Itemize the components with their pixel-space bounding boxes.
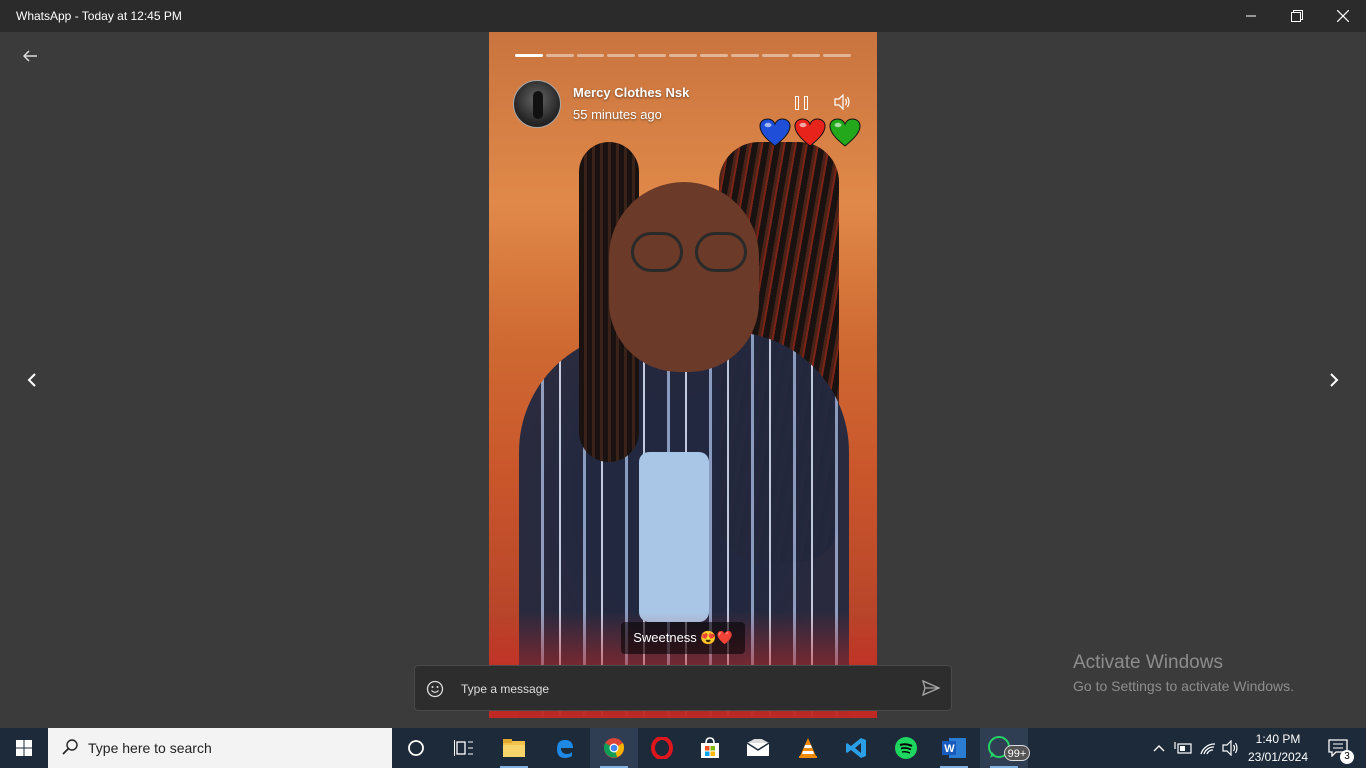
green-heart-icon — [829, 118, 861, 147]
clock-date: 23/01/2024 — [1247, 750, 1309, 764]
vscode-button[interactable] — [832, 728, 880, 768]
progress-segment — [607, 54, 636, 57]
store-icon — [701, 737, 719, 758]
volume-tray-button[interactable] — [1220, 728, 1242, 768]
restore-button[interactable] — [1274, 0, 1320, 32]
progress-segment — [515, 54, 543, 57]
watermark-subtitle: Go to Settings to activate Windows. — [1073, 678, 1294, 694]
status-media[interactable]: Mercy Clothes Nsk 55 minutes ago Sweetne… — [489, 32, 877, 718]
minimize-button[interactable] — [1228, 0, 1274, 32]
svg-text:W: W — [944, 743, 955, 755]
emoji-button[interactable] — [425, 679, 445, 699]
next-status-button[interactable] — [1322, 368, 1346, 392]
edge-icon — [557, 740, 573, 758]
taskbar: Type here to search W 99+ 1:40 PM 23/01/… — [0, 728, 1366, 768]
taskbar-search[interactable]: Type here to search — [48, 728, 392, 768]
mail-button[interactable] — [734, 728, 782, 768]
pause-button[interactable] — [793, 94, 813, 112]
send-button[interactable] — [921, 679, 943, 699]
vlc-button[interactable] — [784, 728, 832, 768]
photo-face — [609, 182, 759, 372]
hearts-sticker — [759, 118, 863, 150]
network-button[interactable] — [1196, 728, 1220, 768]
activate-windows-watermark: Activate Windows Go to Settings to activ… — [1073, 652, 1294, 694]
battery-icon — [1174, 742, 1192, 754]
cortana-icon — [408, 740, 424, 756]
window-title: WhatsApp - Today at 12:45 PM — [16, 9, 182, 23]
folder-icon — [503, 739, 525, 757]
progress-segment — [761, 54, 790, 57]
title-bar: WhatsApp - Today at 12:45 PM — [0, 0, 1366, 32]
speaker-icon — [834, 93, 850, 111]
close-icon — [1337, 10, 1349, 22]
close-button[interactable] — [1320, 0, 1366, 32]
show-hidden-icons-button[interactable] — [1148, 728, 1170, 768]
taskbar-clock[interactable]: 1:40 PM 23/01/2024 — [1244, 730, 1312, 766]
arrow-left-icon — [22, 50, 37, 62]
blue-heart-icon — [759, 118, 791, 147]
word-button[interactable]: W — [930, 728, 978, 768]
progress-segment — [699, 54, 728, 57]
whatsapp-unread-badge: 99+ — [1004, 745, 1030, 761]
vlc-icon — [799, 738, 817, 758]
photo-top — [639, 452, 709, 622]
red-heart-icon — [794, 118, 826, 147]
notification-count: 3 — [1340, 750, 1354, 764]
word-icon: W — [942, 738, 966, 758]
spotify-icon — [895, 737, 917, 759]
back-button[interactable] — [18, 46, 42, 66]
file-explorer-button[interactable] — [490, 728, 538, 768]
whatsapp-button[interactable]: 99+ — [980, 728, 1030, 768]
pause-icon — [795, 96, 799, 110]
whatsapp-window: WhatsApp - Today at 12:45 PM Mercy Cloth… — [0, 0, 1366, 768]
send-icon — [921, 679, 941, 697]
clock-time: 1:40 PM — [1255, 732, 1301, 746]
avatar[interactable] — [513, 80, 561, 128]
minimize-icon — [1246, 15, 1256, 17]
task-view-icon — [454, 740, 473, 756]
edge-button[interactable] — [540, 728, 588, 768]
opera-icon — [651, 737, 673, 759]
task-view-button[interactable] — [440, 728, 488, 768]
status-viewer: Mercy Clothes Nsk 55 minutes ago Sweetne… — [0, 32, 1366, 728]
search-icon — [60, 738, 80, 758]
progress-segment — [576, 54, 605, 57]
chevron-left-icon — [27, 373, 36, 387]
progress-segment — [638, 54, 667, 57]
mail-icon — [746, 739, 770, 756]
opera-button[interactable] — [638, 728, 686, 768]
progress-segment — [730, 54, 759, 57]
wifi-icon — [1200, 743, 1216, 755]
status-time: 55 minutes ago — [573, 107, 662, 122]
reply-input[interactable] — [461, 674, 901, 704]
search-placeholder: Type here to search — [88, 740, 212, 756]
progress-segment — [823, 54, 851, 57]
spotify-button[interactable] — [882, 728, 930, 768]
chevron-right-icon — [1330, 373, 1339, 387]
status-progress-bar — [515, 54, 851, 57]
watermark-title: Activate Windows — [1073, 652, 1223, 673]
progress-segment — [669, 54, 697, 57]
speaker-tray-icon — [1222, 740, 1238, 756]
windows-logo-icon — [16, 740, 32, 756]
chevron-up-icon — [1153, 745, 1165, 752]
smiley-icon — [426, 680, 444, 698]
battery-button[interactable] — [1172, 728, 1194, 768]
status-caption: Sweetness 😍❤️ — [621, 622, 745, 654]
cortana-button[interactable] — [392, 728, 440, 768]
reply-bar — [414, 665, 952, 711]
previous-status-button[interactable] — [20, 368, 44, 392]
vscode-icon — [846, 738, 866, 758]
volume-button[interactable] — [833, 92, 853, 112]
chrome-icon — [603, 738, 625, 758]
photo-glasses — [629, 232, 749, 272]
restore-icon — [1291, 10, 1303, 22]
sender-name[interactable]: Mercy Clothes Nsk — [573, 85, 689, 100]
store-button[interactable] — [686, 728, 734, 768]
action-center-button[interactable]: 3 — [1318, 728, 1358, 768]
progress-segment — [792, 54, 821, 57]
start-button[interactable] — [0, 728, 48, 768]
progress-segment — [545, 54, 574, 57]
chrome-button[interactable] — [590, 728, 638, 768]
